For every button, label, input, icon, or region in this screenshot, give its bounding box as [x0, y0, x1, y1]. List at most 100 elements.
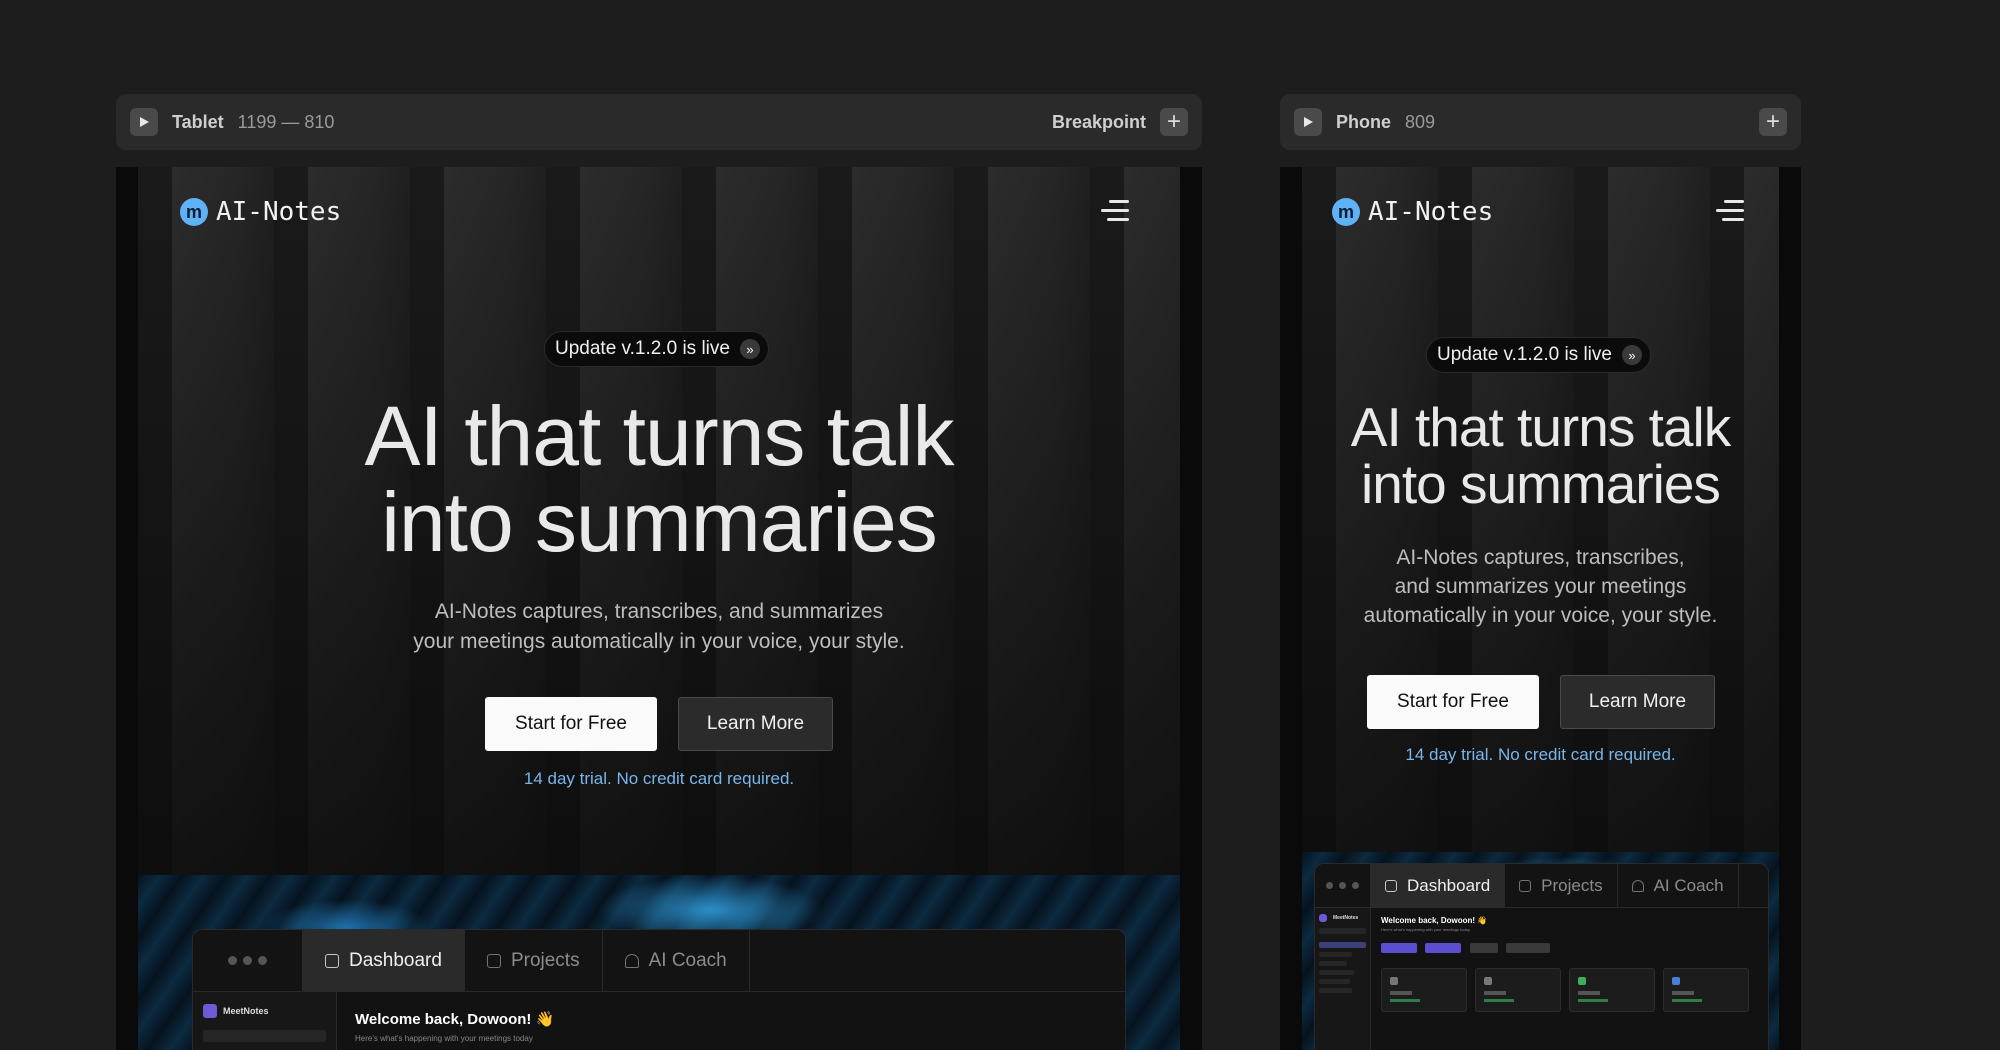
add-phone-breakpoint-button[interactable]: +: [1759, 108, 1787, 136]
welcome-subtitle: Here's what's happening with your meetin…: [355, 1034, 533, 1043]
welcome-subtitle: Here's what's happening with your meetin…: [1381, 927, 1470, 932]
tab-ai-coach[interactable]: AI Coach: [603, 930, 750, 991]
stat-card: [1381, 968, 1467, 1012]
subtitle-line-3: automatically in your voice, your style.: [1363, 604, 1718, 627]
subtitle-line-1: AI-Notes captures, transcribes,: [1396, 546, 1685, 569]
phone-frame-bar: Phone 809 +: [1280, 94, 1801, 150]
plus-icon: +: [1765, 108, 1780, 135]
tab-dashboard-label: Dashboard: [349, 949, 442, 971]
trial-note: 14 day trial. No credit card required.: [1405, 745, 1676, 764]
welcome-heading: Welcome back, Dowoon! 👋: [355, 1011, 555, 1028]
update-badge[interactable]: Update v.1.2.0 is live »: [544, 331, 769, 367]
stat-card: [1569, 968, 1655, 1012]
sidebar-item[interactable]: [1319, 952, 1352, 957]
dashboard-icon: [1385, 879, 1397, 892]
app-content: Welcome back, Dowoon! 👋 Here's what's ha…: [1371, 908, 1768, 1050]
filter-chip[interactable]: [1469, 943, 1498, 953]
hero-subtitle: AI-Notes captures, transcribes, and summ…: [1302, 543, 1779, 630]
phone-frame: m AI-Notes Update v.1.2.0 is live » AI t…: [1280, 167, 1801, 1050]
site-logo[interactable]: m AI-Notes: [180, 197, 341, 227]
sidebar-item[interactable]: [1319, 988, 1352, 993]
sidebar-brand-label: MeetNotes: [1333, 915, 1359, 921]
tab-projects-label: Projects: [1541, 875, 1603, 895]
learn-more-button[interactable]: Learn More: [678, 697, 833, 751]
subtitle-line-1: AI-Notes captures, transcribes, and summ…: [434, 600, 884, 623]
sidebar-item-dashboard[interactable]: [1319, 942, 1366, 948]
logo-mark-icon: m: [1332, 198, 1360, 226]
sidebar-item[interactable]: [1319, 970, 1355, 975]
app-preview-window: Dashboard Projects AI Coach MeetNotes We…: [1314, 863, 1769, 1050]
tablet-page: m AI-Notes Update v.1.2.0 is live » AI t…: [138, 167, 1180, 1050]
stat-card: [1663, 968, 1749, 1012]
tab-dashboard[interactable]: Dashboard: [1371, 864, 1506, 907]
add-breakpoint-button[interactable]: +: [1160, 108, 1188, 136]
phone-frame-name: Phone: [1336, 111, 1392, 132]
window-controls: [1315, 864, 1371, 907]
logo-text: AI-Notes: [1368, 197, 1494, 227]
tablet-frame-size: 1199 — 810: [237, 111, 335, 132]
brand-icon: [203, 1004, 217, 1018]
filter-chip[interactable]: [1381, 943, 1417, 953]
projects-icon: [486, 953, 501, 968]
stat-card: [1475, 968, 1561, 1012]
tab-ai-coach[interactable]: AI Coach: [1618, 864, 1739, 907]
app-preview-window: Dashboard Projects AI Coach MeetNotes We…: [192, 929, 1126, 1050]
site-logo[interactable]: m AI-Notes: [1332, 197, 1493, 227]
headline-line-2: into summaries: [1361, 453, 1721, 515]
logo-mark-icon: m: [180, 198, 208, 226]
sidebar-item[interactable]: [1319, 979, 1350, 984]
app-sidebar: MeetNotes: [193, 992, 337, 1050]
tab-ai-coach-label: AI Coach: [648, 949, 727, 971]
headphones-icon: [1631, 879, 1644, 892]
update-badge-text: Update v.1.2.0 is live: [1437, 344, 1612, 365]
sidebar-brand-label: MeetNotes: [223, 1006, 269, 1016]
play-icon: [140, 117, 149, 127]
tablet-frame-name: Tablet: [172, 111, 224, 132]
phone-frame-size: 809: [1405, 111, 1436, 132]
update-badge-text: Update v.1.2.0 is live: [555, 338, 730, 359]
hero-headline: AI that turns talk into summaries: [138, 393, 1180, 565]
trial-note: 14 day trial. No credit card required.: [523, 769, 795, 788]
brand-icon: [1319, 914, 1327, 922]
filter-chip[interactable]: [1425, 943, 1462, 953]
sidebar-item[interactable]: [1319, 961, 1348, 966]
hero-headline: AI that turns talk into summaries: [1302, 399, 1779, 513]
tab-dashboard[interactable]: Dashboard: [303, 930, 465, 991]
subtitle-line-2: your meetings automatically in your voic…: [413, 630, 905, 653]
chevron-right-icon: »: [739, 339, 760, 359]
learn-more-button[interactable]: Learn More: [1560, 675, 1715, 729]
tab-ai-coach-label: AI Coach: [1653, 875, 1724, 895]
tablet-frame: m AI-Notes Update v.1.2.0 is live » AI t…: [116, 167, 1202, 1050]
tab-projects-label: Projects: [510, 949, 580, 971]
window-controls: [193, 930, 303, 991]
sidebar-brand: MeetNotes: [1319, 914, 1366, 922]
app-content: Welcome back, Dowoon! 👋 Here's what's ha…: [337, 992, 1125, 1050]
hamburger-menu-icon[interactable]: [1716, 200, 1744, 222]
logo-text: AI-Notes: [216, 197, 342, 227]
plus-icon: +: [1166, 108, 1181, 135]
tablet-preview-play-button[interactable]: [130, 108, 158, 136]
update-badge[interactable]: Update v.1.2.0 is live »: [1426, 337, 1651, 373]
headline-line-1: AI that turns talk: [1350, 396, 1731, 458]
projects-icon: [1519, 879, 1532, 892]
start-for-free-button[interactable]: Start for Free: [1367, 675, 1539, 729]
subtitle-line-2: and summarizes your meetings: [1394, 575, 1687, 598]
headline-line-1: AI that turns talk: [364, 389, 955, 483]
headphones-icon: [624, 953, 639, 968]
welcome-heading: Welcome back, Dowoon! 👋: [1381, 916, 1488, 925]
hamburger-menu-icon[interactable]: [1101, 200, 1129, 222]
dashboard-icon: [325, 953, 339, 968]
sidebar-search[interactable]: [203, 1030, 326, 1042]
sidebar-search[interactable]: [1319, 928, 1366, 934]
start-for-free-button[interactable]: Start for Free: [485, 697, 657, 751]
tab-dashboard-label: Dashboard: [1407, 875, 1491, 895]
tab-projects[interactable]: Projects: [465, 930, 603, 991]
phone-preview-play-button[interactable]: [1294, 108, 1322, 136]
tablet-frame-bar: Tablet 1199 — 810 Breakpoint +: [116, 94, 1202, 150]
tab-projects[interactable]: Projects: [1505, 864, 1618, 907]
breakpoint-label[interactable]: Breakpoint: [1052, 112, 1146, 133]
chevron-right-icon: »: [1621, 345, 1642, 365]
filter-chips: [1381, 940, 1758, 958]
filter-chip[interactable]: [1506, 943, 1551, 953]
sidebar-brand: MeetNotes: [193, 992, 336, 1030]
